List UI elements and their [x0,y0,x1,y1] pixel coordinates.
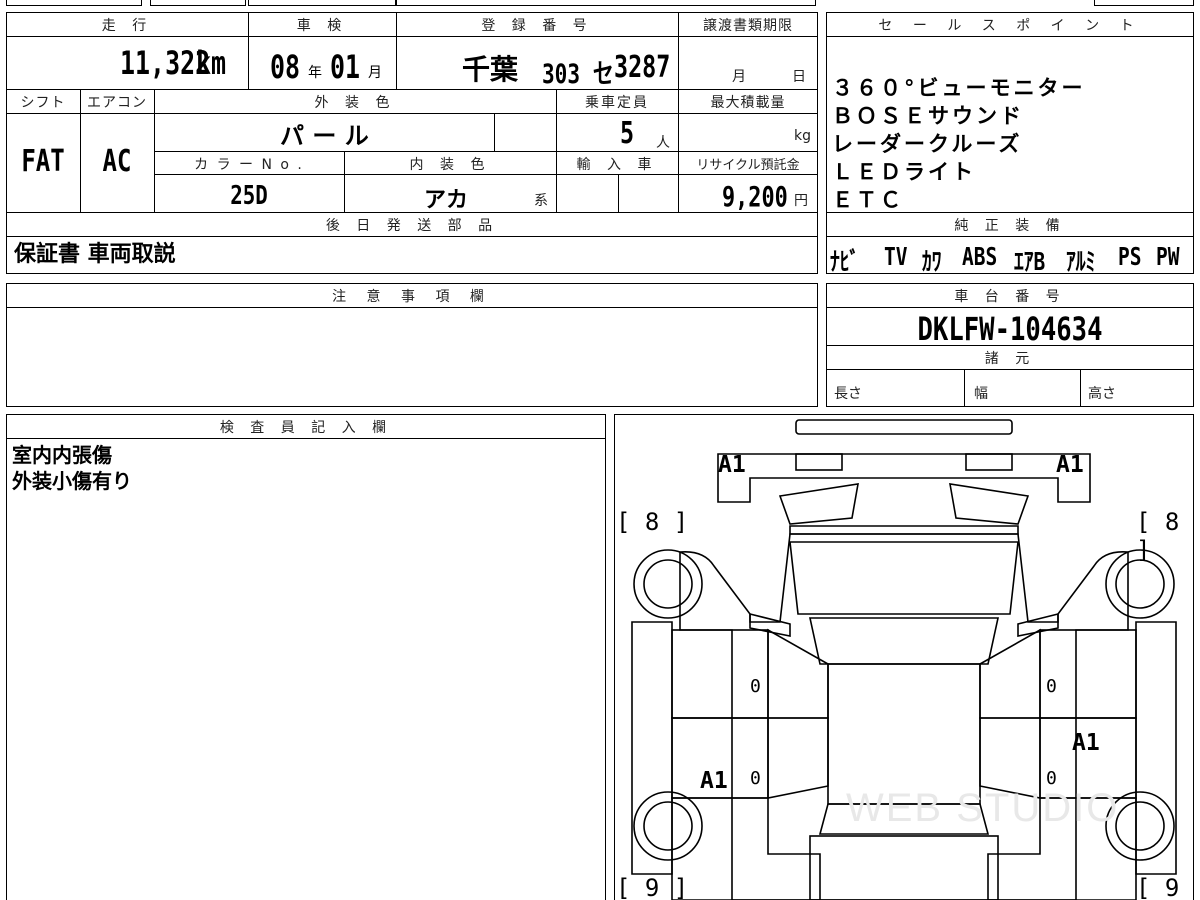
genuine-equipment-header: 純 正 装 備 [954,218,1066,234]
registration-class: 303 セ [542,59,614,90]
mileage-value: 11,322 km [120,44,248,84]
equip-item: ｶﾜ [922,247,942,276]
watermark: WEB STUDIO [846,786,1120,830]
capacity-header: 乗車定員 [585,95,649,111]
import-header: 輸 入 車 [576,157,658,173]
mileage-header: 走 行 [101,18,153,34]
registration-value: 千葉 303 セ 3287 [462,48,676,90]
spec-length-label: 長さ [834,386,862,402]
capacity-unit: 人 [656,135,670,151]
transfer-deadline-header: 譲渡書類期限 [703,18,793,34]
mark-rear-right-door: A1 [1072,730,1100,756]
color-no-header: カ ラ ー N o . [194,157,304,173]
sales-points-list: ３６０°ビューモニター ＢＯＳＥサウンド レーダークルーズ ＬＥＤライト ＥＴＣ [832,74,1192,214]
later-parts-value: 保証書 車両取説 [14,242,176,267]
equip-item: ABS [962,242,998,271]
mark-left-front: [ 8 ] [616,508,689,536]
aircon-header: エアコン [87,95,147,111]
transfer-day-unit: 日 [792,69,806,85]
spec-height-label: 高さ [1088,386,1116,402]
inspection-value: 08 年 01 月 [270,48,394,88]
sales-point-item: ＢＯＳＥサウンド [832,104,1024,128]
equip-item: PS [1118,242,1142,271]
top-stub-1 [6,0,142,6]
equip-item: TV [884,242,908,271]
spec-width-label: 幅 [974,386,988,402]
max-load-header: 最大積載量 [710,95,786,111]
mileage-unit: km [196,44,227,82]
inspector-notes: 室内内張傷 外装小傷有り [12,442,132,494]
inspection-year-unit: 年 [308,65,322,81]
specs-header: 諸 元 [984,351,1036,367]
sales-point-item: ＥＴＣ [832,188,904,212]
sales-point-item: レーダークルーズ [832,132,1023,156]
recycle-header: リサイクル預託金 [696,158,800,173]
recycle-unit: 円 [794,193,808,209]
top-stub-4 [396,0,816,6]
exterior-color-header: 外 装 色 [314,95,396,111]
inspection-year: 08 [270,48,301,86]
transfer-month-unit: 月 [732,69,746,85]
caution-header: 注 意 事 項 欄 [332,289,492,305]
registration-region: 千葉 [462,53,519,86]
inspector-header: 検 査 員 記 入 欄 [219,420,393,436]
color-no-value: 25D [230,181,268,211]
chassis-value: DKLFW-104634 [917,310,1103,348]
mark-door-fr: 0 [1046,676,1057,697]
mark-door-fl: 0 [750,676,761,697]
interior-color-header: 内 装 色 [409,157,491,173]
equip-item: PW [1156,242,1180,271]
inspection-header: 車 検 [296,18,348,34]
equip-item: ﾅﾋﾞ [830,247,860,276]
mark-rear-left-door: A1 [700,768,728,794]
inspection-month-unit: 月 [368,65,382,81]
interior-color-suffix: 系 [534,193,548,209]
chassis-header: 車 台 番 号 [954,289,1066,305]
equip-item: ｱﾙﾐ [1066,247,1096,276]
top-stub-2 [150,0,246,6]
exterior-color-value: パ ー ル [280,122,369,150]
max-load-unit: kg [794,128,811,144]
inspector-note-line: 外装小傷有り [12,469,132,493]
top-stub-5 [1094,0,1194,6]
mark-right-front: [ 8 ] [1136,508,1180,564]
inspector-note-line: 室内内張傷 [12,443,112,467]
mark-door-rl: 0 [750,768,761,789]
sales-point-item: ＬＥＤライト [832,160,976,184]
inspection-month: 01 [330,48,361,86]
registration-header: 登 録 番 号 [481,18,593,34]
interior-color-value: アカ [424,188,469,213]
equip-item: ｴｱB [1014,247,1046,276]
mark-front-right: A1 [1056,452,1084,478]
later-parts-header: 後 日 発 送 部 品 [325,218,499,234]
capacity-value: 5 [620,116,635,151]
mark-left-rear: [ 9 ] [616,874,689,900]
top-stub-3 [248,0,396,6]
aircon-value: AC [102,144,132,179]
sales-points-header: セ ー ル ス ポ イ ン ト [878,18,1142,34]
registration-number: 3287 [614,50,671,85]
diagram-labels: A1 A1 [ 8 ] [ 8 ] 0 0 A1 A1 0 0 [ 9 ] [ … [614,414,1194,900]
genuine-equipment-list: ﾅﾋﾞ TV ｶﾜ ABS ｴｱB ｱﾙﾐ PS PW [830,242,1190,276]
recycle-value: 9,200 [722,180,788,213]
shift-value: FAT [21,144,65,179]
mark-right-rear: [ 9 ] [1136,874,1180,900]
shift-header: シフト [20,95,66,111]
sales-point-item: ３６０°ビューモニター [832,76,1086,100]
mark-front-left: A1 [718,452,746,478]
